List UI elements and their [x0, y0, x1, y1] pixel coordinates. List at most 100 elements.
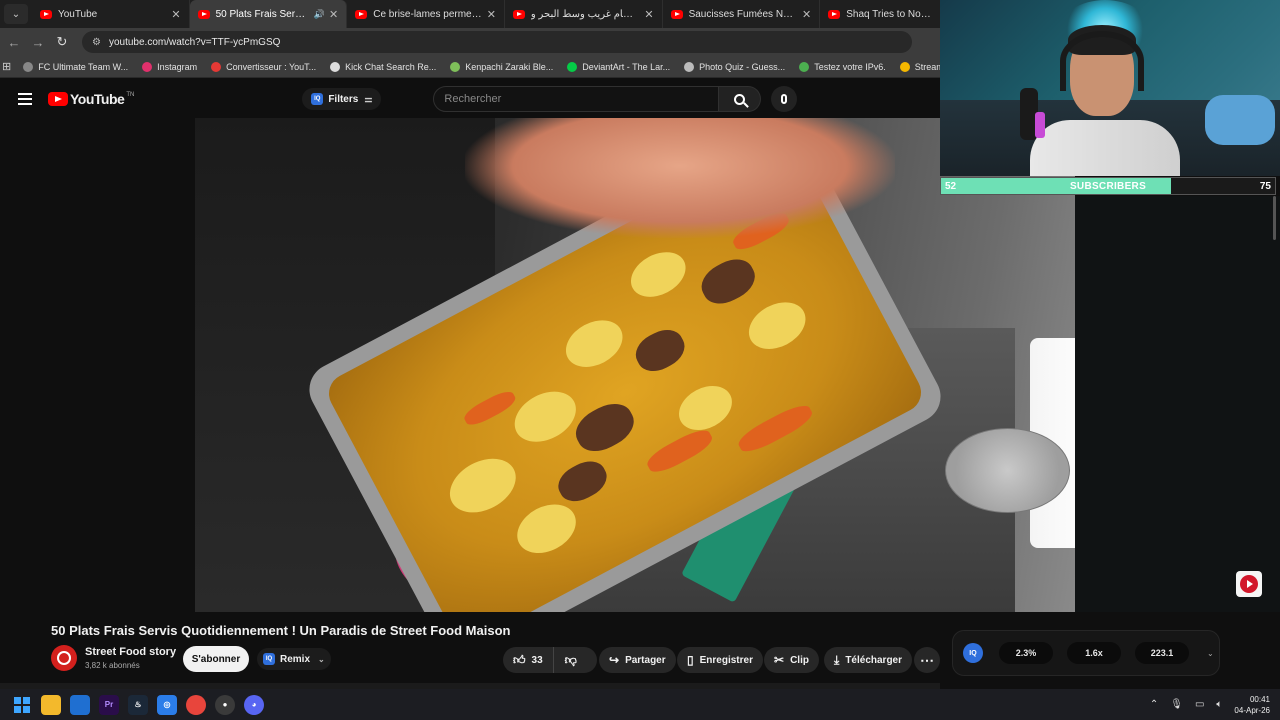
site-settings-icon[interactable]: ⚙	[92, 37, 101, 48]
search-placeholder: Rechercher	[444, 93, 502, 105]
remix-button[interactable]: IQ Remix ⌄	[257, 648, 331, 670]
url-text: youtube.com/watch?v=TTF-ycPmGSQ	[108, 36, 281, 48]
channel-name[interactable]: Street Food story	[85, 646, 176, 658]
bookmark-label: Kenpachi Zaraki Ble...	[465, 61, 554, 72]
close-tab-icon[interactable]: ✕	[329, 8, 338, 21]
tab-1[interactable]: YouTube ✕	[32, 0, 190, 28]
youtube-play-icon	[48, 92, 68, 106]
tab-title: Ce brise-lames permet de pêc	[373, 8, 483, 20]
close-tab-icon[interactable]: ✕	[644, 8, 653, 21]
youtube-header: YouTube TN IQ Filters ⚌ Rechercher	[0, 80, 940, 118]
close-tab-icon[interactable]: ✕	[802, 8, 811, 21]
tab-title: Saucisses Fumées Noires Bushi	[688, 8, 798, 20]
windows-taskbar: Pr ♨ ◎ ● ◕ ⌃ 🎙︎ ▭ 🔈︎ 00:41 04-Apr-26	[0, 689, 1280, 720]
scrollbar[interactable]	[1273, 196, 1276, 240]
discord-icon[interactable]: ◕	[244, 694, 264, 715]
forward-icon[interactable]: →	[26, 35, 50, 50]
subscribe-button[interactable]: S'abonner	[183, 646, 249, 672]
filters-button[interactable]: IQ Filters ⚌	[302, 88, 382, 110]
bookmark-favicon-icon	[211, 61, 222, 72]
windows-start-icon[interactable]	[12, 695, 32, 715]
bookmark-item[interactable]: Testez votre IPv6.	[799, 61, 886, 72]
tab-4[interactable]: دخلت حطام غريب وسط البحر و ✕	[505, 0, 663, 28]
chevron-down-icon[interactable]: ⌄	[318, 655, 325, 664]
youtube-logo[interactable]: YouTube TN	[48, 91, 134, 107]
stat-multiplier: 1.6x	[1067, 642, 1121, 664]
clock-date: 04-Apr-26	[1234, 705, 1270, 715]
download-button[interactable]: ⤓ Télécharger	[824, 647, 913, 673]
youtube-favicon-icon	[355, 9, 368, 19]
apps-icon[interactable]: ⊞	[2, 60, 11, 73]
clip-icon: ✂	[774, 653, 785, 667]
bookmark-item[interactable]: DeviantArt - The Lar...	[567, 61, 670, 72]
tab-6[interactable]: Shaq Tries to Not Make a Fac	[820, 0, 940, 28]
tab-title: Shaq Tries to Not Make a Fac	[846, 8, 932, 20]
app-icon[interactable]: ◎	[157, 694, 177, 715]
channel-info[interactable]: Street Food story 3,82 k abonnés	[51, 645, 176, 671]
dislike-button[interactable]: 👎︎	[554, 647, 588, 673]
file-explorer-icon[interactable]	[41, 694, 61, 715]
chrome-icon[interactable]	[186, 694, 206, 715]
menu-icon[interactable]	[18, 93, 32, 105]
like-button[interactable]: 👍︎ 33	[503, 647, 554, 673]
obs-icon[interactable]: ●	[215, 694, 235, 715]
bookmark-label: StreamerStats - SMF...	[914, 61, 940, 72]
url-input[interactable]: ⚙ youtube.com/watch?v=TTF-ycPmGSQ	[82, 31, 912, 53]
bookmark-item[interactable]: Instagram	[142, 61, 197, 72]
bookmark-item[interactable]: FC Ultimate Team W...	[23, 61, 128, 72]
clip-button[interactable]: ✂ Clip	[764, 647, 819, 673]
bookmark-item[interactable]: Convertisseur : YouT...	[211, 61, 317, 72]
volume-icon[interactable]: 🔈︎	[1216, 699, 1222, 710]
bookmark-item[interactable]: Photo Quiz - Guess...	[684, 61, 785, 72]
save-button[interactable]: ▯ Enregistrer	[677, 647, 763, 673]
bookmark-item[interactable]: StreamerStats - SMF...	[899, 61, 940, 72]
close-tab-icon[interactable]: ✕	[487, 8, 496, 21]
channel-avatar[interactable]	[51, 645, 77, 671]
subscriber-goal-bar: SUBSCRIBERS 52 75	[940, 177, 1276, 195]
download-icon: ⤓	[834, 652, 840, 667]
reload-icon[interactable]: ↻	[50, 34, 74, 50]
steam-icon[interactable]: ♨	[128, 694, 148, 715]
chevron-down-icon[interactable]: ⌄	[1207, 649, 1214, 658]
tab-title: 50 Plats Frais Servis Quotidi	[215, 8, 310, 20]
tab-2-active[interactable]: 50 Plats Frais Servis Quotidi 🔊 ✕	[189, 0, 348, 28]
youtube-logo-text: YouTube	[70, 91, 125, 107]
youtube-favicon-icon	[39, 9, 52, 19]
back-icon[interactable]: ←	[2, 35, 26, 50]
voice-search-button[interactable]	[771, 86, 798, 112]
save-icon: ▯	[687, 653, 694, 667]
country-code: TN	[126, 91, 135, 98]
search-button[interactable]	[719, 86, 762, 112]
more-actions-icon[interactable]: ⋯	[914, 647, 940, 673]
tab-search-icon[interactable]: ⌄	[4, 4, 28, 24]
channel-subscribers: 3,82 k abonnés	[85, 661, 140, 670]
subscriber-target: 75	[1259, 180, 1271, 192]
webcam-cushion	[1205, 95, 1275, 145]
extension-play-icon[interactable]	[1236, 571, 1262, 597]
share-button[interactable]: ↪ Partager	[599, 647, 676, 673]
premiere-icon[interactable]: Pr	[99, 694, 119, 715]
like-dislike-group: 👍︎ 33 👎︎	[503, 647, 597, 673]
display-icon[interactable]: ▭	[1195, 699, 1204, 710]
tab-5[interactable]: Saucisses Fumées Noires Bushi ✕	[663, 0, 821, 28]
outlook-icon[interactable]	[70, 694, 90, 715]
save-label: Enregistrer	[699, 654, 753, 666]
bookmark-item[interactable]: Kenpachi Zaraki Ble...	[450, 61, 554, 72]
iq-extension-icon[interactable]: IQ	[963, 643, 983, 663]
dislike-icon: 👎︎	[564, 652, 577, 667]
audio-playing-icon[interactable]: 🔊	[314, 9, 325, 20]
subscriber-count: 52	[945, 180, 957, 192]
tab-3[interactable]: Ce brise-lames permet de pêc ✕	[347, 0, 505, 28]
search-input[interactable]: Rechercher	[433, 86, 720, 112]
close-tab-icon[interactable]: ✕	[171, 8, 180, 21]
clip-label: Clip	[790, 654, 809, 666]
bookmark-favicon-icon	[23, 61, 34, 72]
clock[interactable]: 00:41 04-Apr-26	[1234, 694, 1270, 716]
iq-extension-icon: IQ	[263, 653, 275, 665]
bookmark-item[interactable]: Kick Chat Search Re...	[330, 61, 436, 72]
chevron-up-icon[interactable]: ⌃	[1150, 699, 1158, 710]
youtube-favicon-icon	[512, 9, 525, 19]
tab-title: دخلت حطام غريب وسط البحر و	[530, 8, 640, 20]
bookmark-label: Convertisseur : YouT...	[226, 61, 317, 72]
mic-icon[interactable]: 🎙︎	[1170, 699, 1183, 710]
